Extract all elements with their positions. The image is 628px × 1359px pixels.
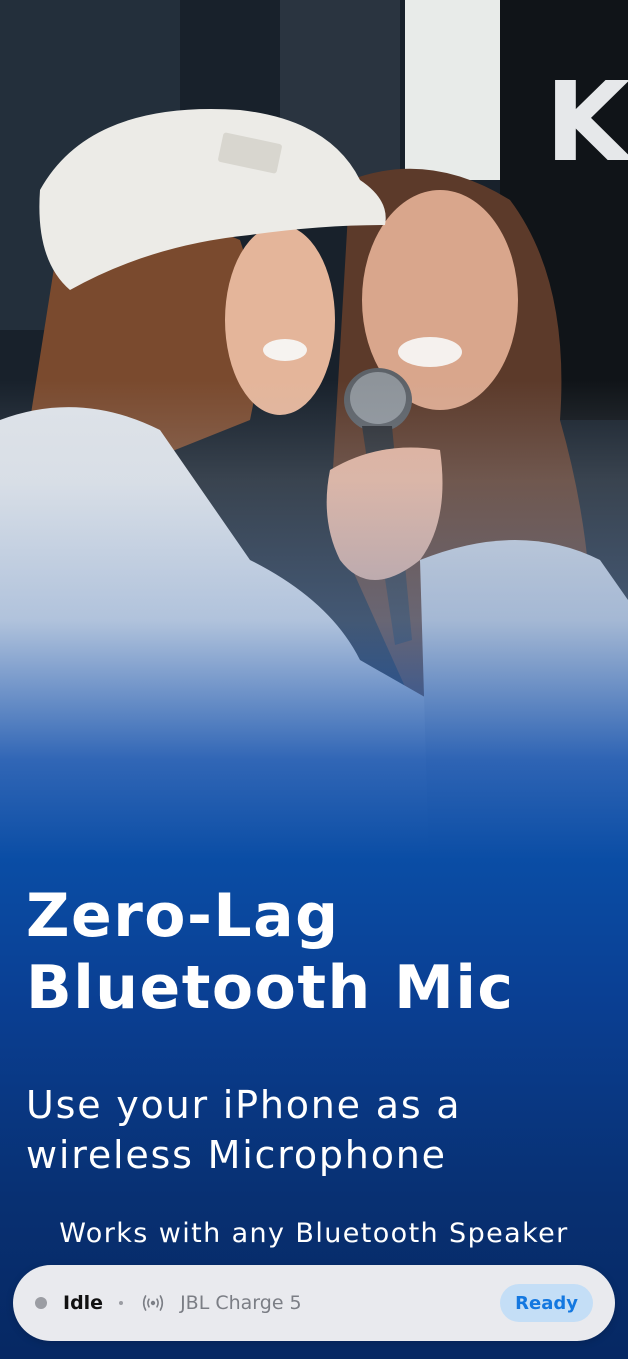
compatibility-note: Works with any Bluetooth Speaker: [59, 1218, 569, 1249]
hero-title-line-1: Zero-Lag: [26, 881, 340, 951]
hero-title-line-2: Bluetooth Mic: [26, 953, 515, 1023]
separator-dot: [119, 1301, 124, 1305]
app-screen: K Zero-Lag Blu: [0, 0, 628, 1359]
hero-subtitle-line-2: wireless Microphone: [26, 1133, 447, 1177]
hero-subtitle: Use your iPhone as a wireless Microphone: [26, 1080, 616, 1180]
status-label: Idle: [63, 1292, 104, 1314]
connection-status-bar[interactable]: Idle JBL Charge 5 Ready: [13, 1265, 615, 1341]
connected-device-name: JBL Charge 5: [180, 1292, 302, 1314]
status-indicator-dot: [35, 1297, 47, 1309]
broadcast-icon: [140, 1293, 166, 1313]
ready-status-badge[interactable]: Ready: [500, 1284, 593, 1322]
hero-title: Zero-Lag Bluetooth Mic: [26, 880, 606, 1024]
hero-subtitle-line-1: Use your iPhone as a: [26, 1083, 462, 1127]
